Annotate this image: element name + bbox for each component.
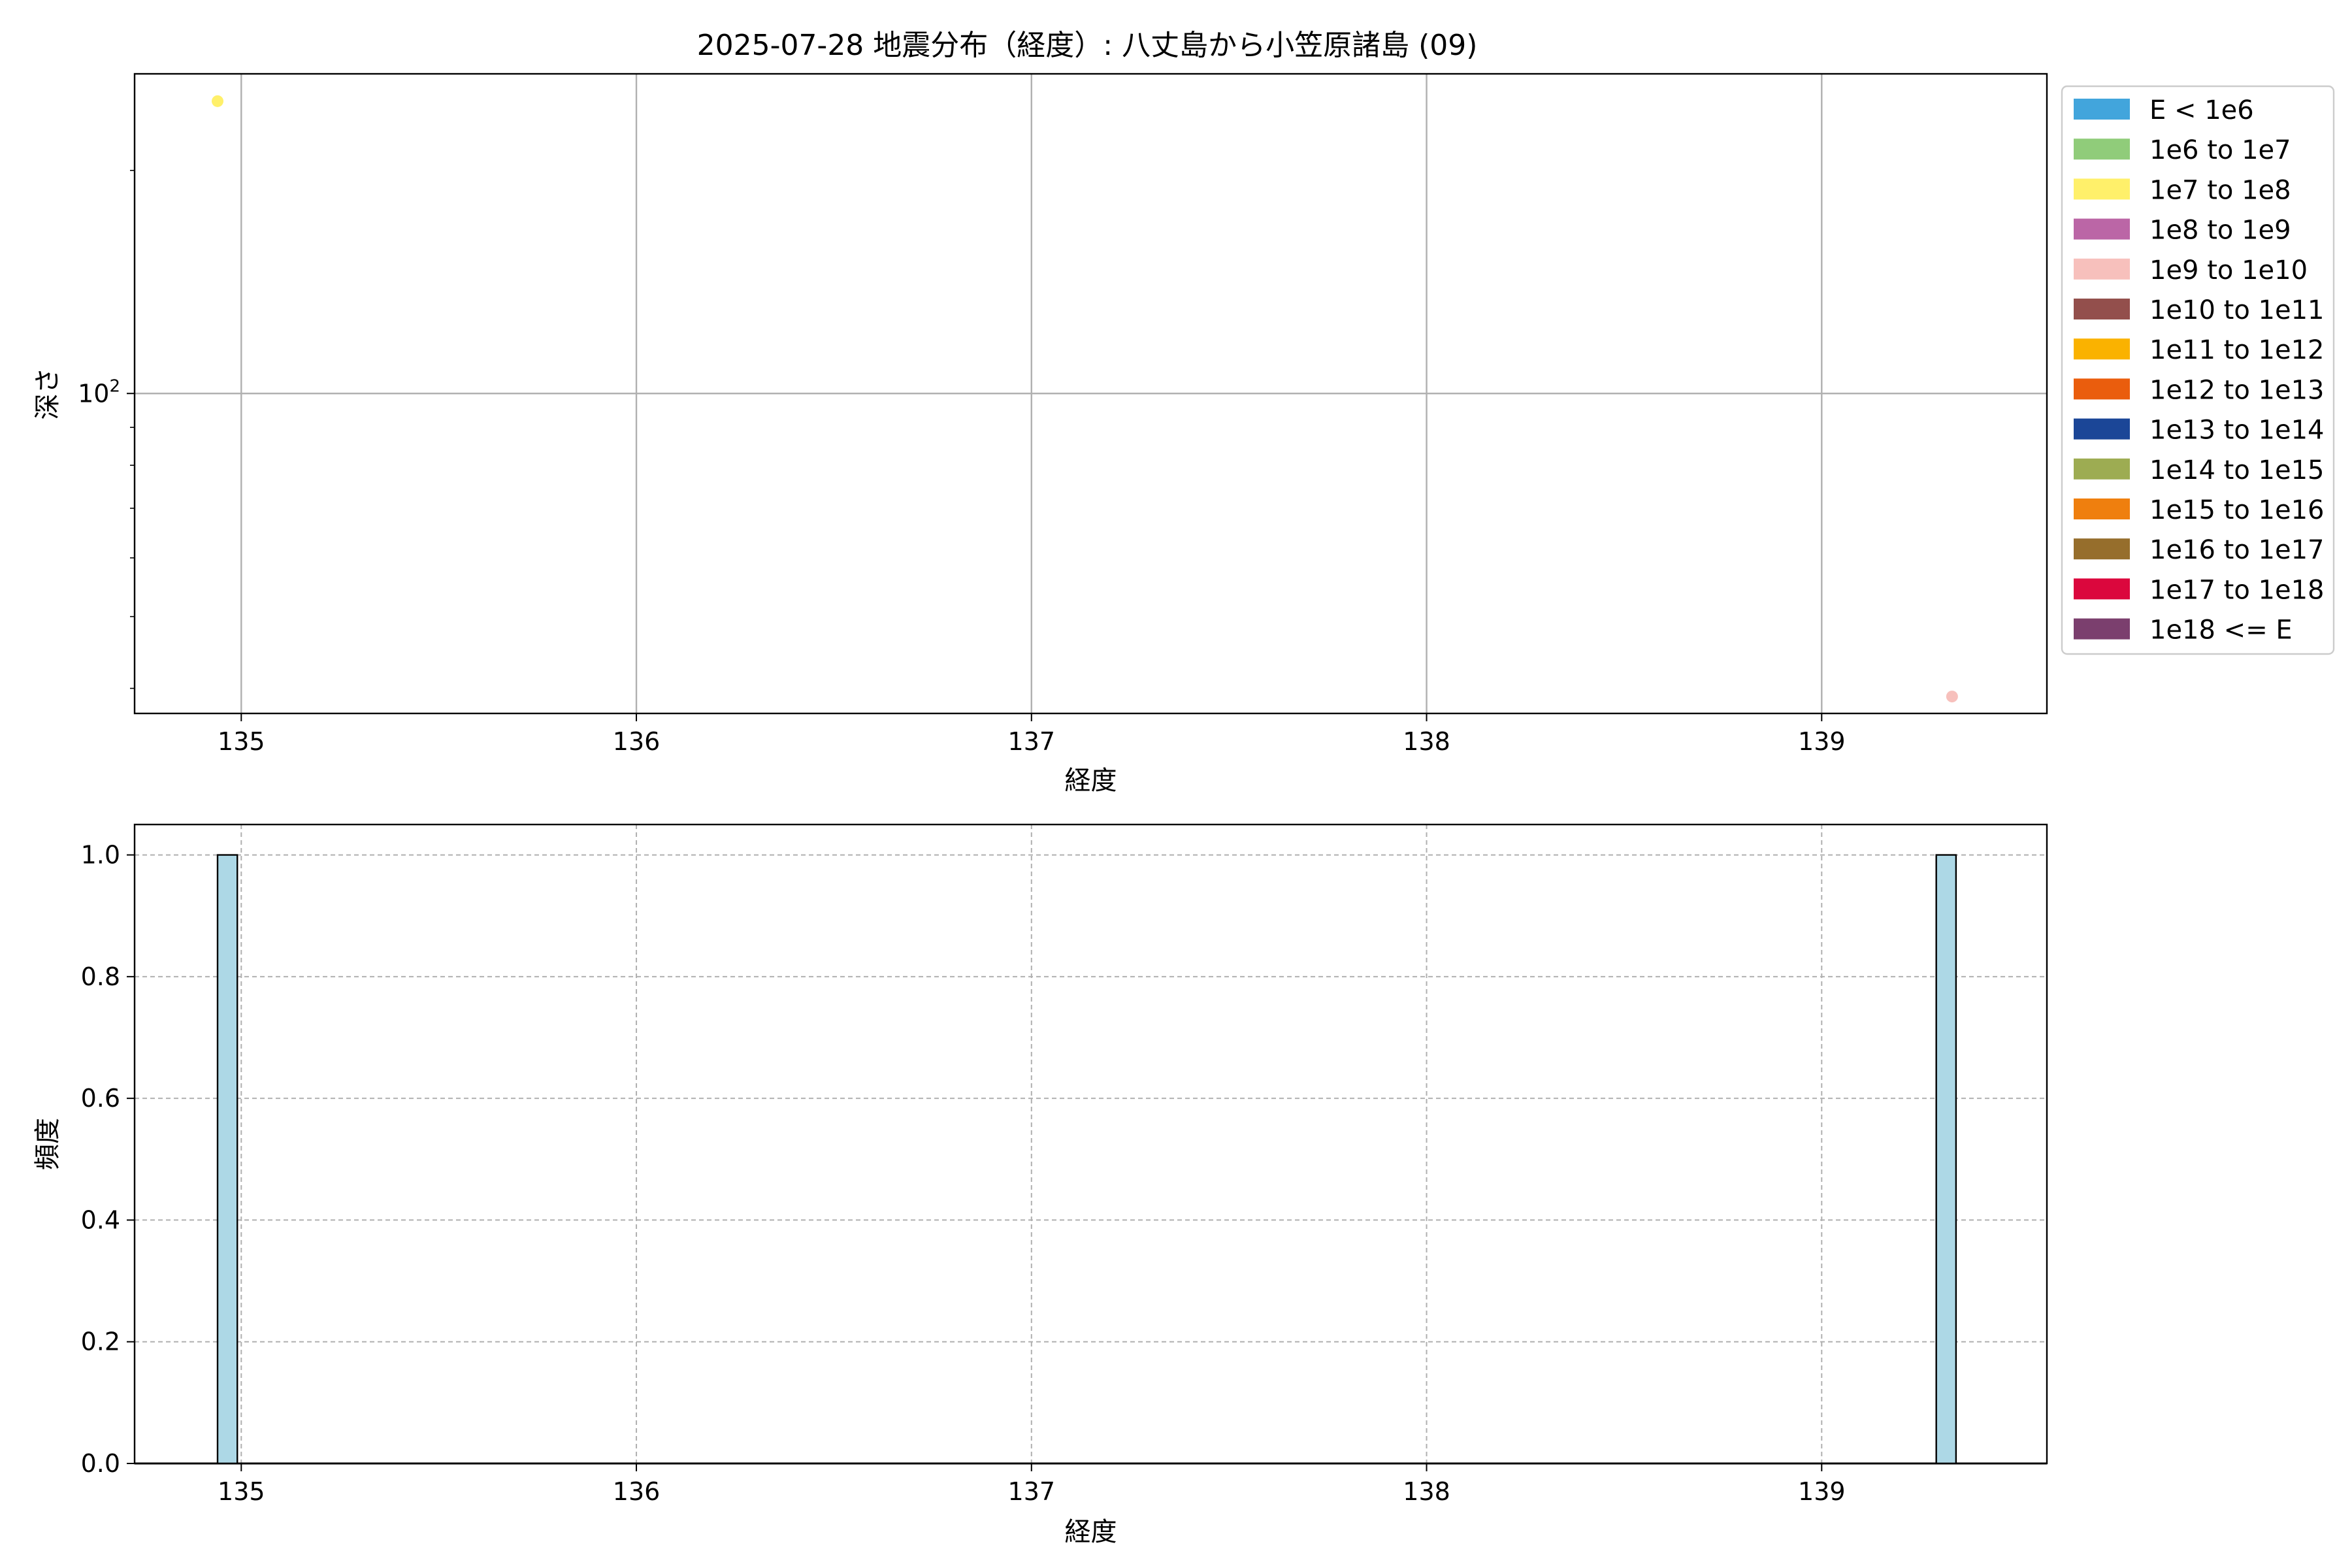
hist-ytick-label: 0.2	[81, 1328, 120, 1356]
hist-ytick-label: 0.4	[81, 1205, 120, 1234]
legend-label: 1e12 to 1e13	[2149, 375, 2325, 405]
legend-label: 1e18 <= E	[2149, 615, 2293, 645]
legend-label: 1e14 to 1e15	[2149, 455, 2325, 485]
legend-label: 1e17 to 1e18	[2149, 575, 2325, 605]
hist-ytick-label: 0.8	[81, 962, 120, 991]
hist-ytick-label: 1.0	[81, 841, 120, 870]
hist-xtick-label: 139	[1798, 1477, 1846, 1506]
legend-swatch	[2074, 258, 2130, 280]
legend-swatch	[2074, 338, 2130, 360]
hist-ytick-label: 0.6	[81, 1084, 120, 1113]
scatter-xtick-label: 139	[1798, 727, 1846, 756]
legend-swatch	[2074, 418, 2130, 440]
legend-label: 1e6 to 1e7	[2149, 135, 2291, 165]
legend-label: 1e10 to 1e11	[2149, 295, 2325, 325]
legend-label: 1e16 to 1e17	[2149, 535, 2325, 565]
legend-swatch	[2074, 299, 2130, 319]
legend-label: 1e7 to 1e8	[2149, 175, 2291, 205]
legend-swatch	[2074, 498, 2130, 519]
hist-xtick-label: 136	[613, 1477, 661, 1506]
scatter-ylabel: 深さ	[33, 368, 63, 420]
legend-swatch	[2074, 538, 2130, 560]
legend-swatch	[2074, 178, 2130, 200]
hist-bar	[216, 854, 238, 1465]
hist-xtick-label: 135	[218, 1477, 265, 1506]
legend-swatch	[2074, 458, 2130, 480]
hist-ytick-label: 0.0	[81, 1449, 120, 1478]
scatter-xtick-label: 135	[218, 727, 265, 756]
scatter-xtick-label: 138	[1403, 727, 1450, 756]
earthquake-figure: 2025-07-28 地震分布（経度）: 八丈島から小笠原諸島 (09) 135…	[0, 0, 2352, 1568]
hist-xtick-label: 137	[1008, 1477, 1056, 1506]
legend-swatch	[2074, 618, 2130, 640]
scatter-point	[1946, 691, 1958, 703]
legend-swatch	[2074, 99, 2130, 120]
scatter-xlabel: 経度	[1065, 766, 1117, 796]
hist-xtick-label: 138	[1403, 1477, 1450, 1506]
legend-label: E < 1e6	[2149, 95, 2254, 125]
legend-label: 1e8 to 1e9	[2149, 216, 2291, 246]
hist-xlabel: 経度	[1065, 1517, 1117, 1547]
legend-swatch	[2074, 139, 2130, 160]
legend-label: 1e9 to 1e10	[2149, 255, 2308, 286]
legend-label: 1e13 to 1e14	[2149, 416, 2325, 446]
legend-label: 1e15 to 1e16	[2149, 495, 2325, 525]
scatter-point	[211, 95, 223, 107]
scatter-xtick-label: 136	[613, 727, 661, 756]
hist-ylabel: 頻度	[33, 1118, 63, 1170]
legend-swatch	[2074, 578, 2130, 600]
legend-swatch	[2074, 378, 2130, 400]
figure-title: 2025-07-28 地震分布（経度）: 八丈島から小笠原諸島 (09)	[697, 29, 1478, 62]
legend-swatch	[2074, 218, 2130, 240]
hist-bar	[1935, 854, 1957, 1465]
legend-box	[2061, 85, 2335, 655]
scatter-xtick-label: 137	[1008, 727, 1056, 756]
energy-legend: E < 1e6 1e6 to 1e7 1e7 to 1e8 1e8 to 1e9 1e9…	[2061, 85, 2335, 655]
legend-label: 1e11 to 1e12	[2149, 335, 2325, 365]
